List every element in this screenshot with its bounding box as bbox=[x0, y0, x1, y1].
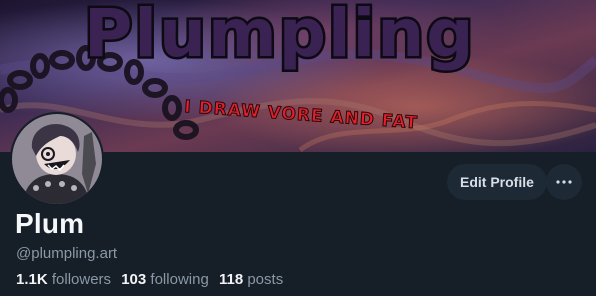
following-count: 103 bbox=[121, 271, 147, 288]
banner-title: Plumpling bbox=[84, 0, 475, 72]
followers-label: followers bbox=[51, 271, 112, 288]
posts-count: 118 bbox=[218, 271, 244, 288]
more-options-button[interactable] bbox=[546, 164, 582, 200]
handle: @plumpling.art bbox=[16, 245, 118, 262]
posts-link: 118 posts bbox=[219, 271, 283, 288]
following-label: following bbox=[150, 271, 209, 288]
posts-label: posts bbox=[247, 271, 284, 288]
profile-stats: 1.1K followers 103 following 118 posts bbox=[16, 271, 289, 288]
ellipsis-icon bbox=[556, 180, 572, 184]
followers-count: 1.1K bbox=[16, 271, 48, 288]
followers-link[interactable]: 1.1K followers bbox=[16, 271, 115, 288]
edit-profile-button[interactable]: Edit Profile bbox=[447, 164, 547, 200]
display-name: Plum bbox=[15, 208, 85, 239]
avatar[interactable] bbox=[10, 112, 104, 206]
following-link[interactable]: 103 following bbox=[121, 271, 213, 288]
